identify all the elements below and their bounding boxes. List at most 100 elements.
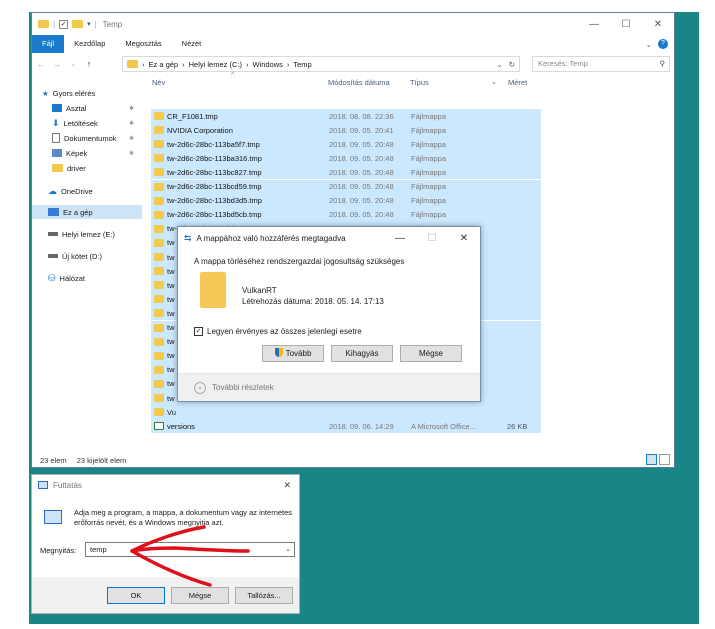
checkbox-checked-icon[interactable]: ✓ xyxy=(194,327,203,336)
file-row[interactable]: tw-2d6c-28bc-113ba5f7.tmp 2018. 09. 05. 2… xyxy=(151,137,541,152)
folder-icon xyxy=(154,323,164,332)
close-icon[interactable]: ✕ xyxy=(448,233,480,244)
folder-icon xyxy=(154,154,164,163)
folder-icon xyxy=(127,60,138,68)
file-row[interactable]: tw-2d6c-28bc-113ba316.tmp 2018. 09. 05. 2… xyxy=(151,151,541,166)
search-input[interactable]: Keresés: Temp ⚲ xyxy=(532,56,670,72)
nav-pictures[interactable]: Képek ✱ xyxy=(52,146,138,160)
sort-arrow-icon: ^ xyxy=(231,72,235,79)
help-icon[interactable]: ? xyxy=(658,39,668,49)
nav-onedrive[interactable]: ☁ OneDrive xyxy=(48,184,142,198)
file-date: 2018. 09. 05. 20:48 xyxy=(329,196,394,206)
folder-icon xyxy=(154,224,164,233)
file-row[interactable]: Vu xyxy=(151,405,541,420)
file-name: tw-2d6c-28bc-113ba316.tmp xyxy=(167,153,262,163)
folder-icon xyxy=(38,20,49,28)
navigation-pane: ★ Gyors elérés Asztal ✱ ⬇ Letöltések ✱ D… xyxy=(32,79,142,449)
file-row[interactable]: tw-2d6c-28bc-113bd3d5.tmp 2018. 09. 05. 2… xyxy=(151,193,541,208)
refresh-icon[interactable]: ↻ xyxy=(509,60,515,69)
nav-downloads[interactable]: ⬇ Letöltések ✱ xyxy=(52,116,138,130)
file-type: A Microsoft Office... xyxy=(411,421,476,431)
more-details-link[interactable]: További részletek xyxy=(212,383,274,392)
file-row[interactable]: tw-2d6c-28bc-113bcd59.tmp 2018. 09. 05. 2… xyxy=(151,179,541,194)
explorer-titlebar: | ✓ ▾ | Temp — ☐ ✕ xyxy=(32,13,674,35)
nav-this-pc[interactable]: Ez a gép xyxy=(32,205,142,219)
minimize-icon[interactable]: — xyxy=(578,19,610,30)
cloud-icon: ☁ xyxy=(48,185,57,196)
skip-button[interactable]: Kihagyás xyxy=(331,345,393,362)
tab-view[interactable]: Nézet xyxy=(172,35,212,53)
minimize-icon[interactable]: — xyxy=(384,233,416,244)
file-name: tw-2d6c-28bc-113bd5cb.tmp xyxy=(167,210,262,220)
tab-share[interactable]: Megosztás xyxy=(115,35,171,53)
column-name[interactable]: Név xyxy=(152,78,165,87)
item-count: 23 elem xyxy=(40,456,67,465)
back-arrow-icon[interactable]: ← xyxy=(36,59,46,69)
folder-icon xyxy=(154,408,164,417)
folder-icon xyxy=(154,394,164,402)
browse-button[interactable]: Tallózás... xyxy=(235,587,293,604)
continue-button[interactable]: Tovább xyxy=(262,345,324,362)
maximize-icon[interactable]: ☐ xyxy=(610,19,642,30)
close-icon[interactable]: ✕ xyxy=(283,480,299,491)
address-dropdown-icon[interactable]: ⌄ xyxy=(496,60,502,69)
ok-button[interactable]: OK xyxy=(107,587,165,604)
file-row[interactable]: tw-2d6c-28bc-113bc827.tmp 2018. 09. 05. 2… xyxy=(151,165,541,180)
file-name: tw-2d6c-28bc-113bd3d5.tmp xyxy=(167,196,262,206)
ribbon-tabs: Fájl Kezdőlap Megosztás Nézet ⌄ ? xyxy=(32,35,674,53)
nav-driver[interactable]: driver xyxy=(52,161,138,175)
breadcrumb-temp[interactable]: Temp xyxy=(293,60,311,69)
column-type[interactable]: Típus xyxy=(410,78,429,87)
file-row[interactable]: tw-2d6c-28bc-113bd5cb.tmp 2018. 09. 05. 2… xyxy=(151,207,541,222)
large-icons-view-icon[interactable] xyxy=(659,454,670,465)
details-view-icon[interactable] xyxy=(646,454,657,465)
breadcrumb-drive-c[interactable]: Helyi lemez (C:) xyxy=(189,60,242,69)
customize-toolbar-icon[interactable]: ▾ xyxy=(87,20,91,28)
address-bar[interactable]: › Ez a gép › Helyi lemez (C:) › Windows … xyxy=(122,56,520,72)
folder-icon xyxy=(52,164,63,172)
item-name: VulkanRT xyxy=(242,286,277,295)
folder-icon xyxy=(154,365,164,374)
folder-icon xyxy=(154,238,164,247)
column-date[interactable]: Módosítás dátuma xyxy=(328,78,390,87)
apply-to-all-checkbox[interactable]: ✓ Legyen érvényes az összes jelenlegi es… xyxy=(194,327,362,336)
breadcrumb-this-pc[interactable]: Ez a gép xyxy=(149,60,179,69)
nav-quick-access[interactable]: ★ Gyors elérés xyxy=(42,86,152,100)
up-arrow-icon[interactable]: ↑ xyxy=(84,59,94,69)
new-folder-icon[interactable] xyxy=(72,20,84,28)
chevron-down-icon[interactable]: ⌄ xyxy=(285,543,291,556)
breadcrumb-windows[interactable]: Windows xyxy=(252,60,282,69)
file-type: Fájlmappa xyxy=(411,139,447,149)
nav-documents[interactable]: Dokumentumok ✱ xyxy=(52,131,138,145)
dialog-titlebar: ⇆ A mappához való hozzáférés megtagadva … xyxy=(178,227,480,249)
nav-network[interactable]: ⛁ Hálózat xyxy=(48,271,142,285)
cancel-button[interactable]: Mégse xyxy=(400,345,462,362)
file-name: NVIDIA Corporation xyxy=(167,125,233,135)
expand-ribbon-icon[interactable]: ⌄ xyxy=(646,40,652,49)
file-row[interactable]: CR_F1081.tmp 2018. 08. 08. 22:36 Fájlmappa xyxy=(151,109,541,123)
recent-chevron-icon[interactable]: ⌄ xyxy=(68,60,78,68)
nav-desktop[interactable]: Asztal ✱ xyxy=(52,101,138,115)
forward-arrow-icon[interactable]: → xyxy=(52,59,62,69)
nav-drive-d[interactable]: Új kötet (D:) xyxy=(48,249,142,263)
cancel-button[interactable]: Mégse xyxy=(171,587,229,604)
file-name: tw-2d6c-28bc-113bc827.tmp xyxy=(167,167,262,177)
chevron-down-icon[interactable]: ⌄ xyxy=(194,381,206,394)
file-name: tw xyxy=(167,351,175,361)
properties-icon[interactable]: ✓ xyxy=(59,19,69,29)
close-icon[interactable]: ✕ xyxy=(642,19,674,30)
selected-count: 23 kijelölt elem xyxy=(76,456,127,465)
column-dropdown-icon[interactable]: ⌄ xyxy=(491,78,497,86)
tab-file[interactable]: Fájl xyxy=(32,35,65,53)
run-command-input[interactable]: temp ⌄ xyxy=(85,542,295,557)
nav-drive-e[interactable]: Helyi lemez (E:) xyxy=(48,227,142,241)
file-name: versions xyxy=(167,421,195,431)
file-type: Fájlmappa xyxy=(411,182,447,191)
file-row[interactable]: versions 2018. 09. 06. 14:29 A Microsoft O… xyxy=(151,419,541,434)
column-size[interactable]: Méret xyxy=(508,78,527,87)
document-icon xyxy=(52,133,60,143)
file-row[interactable]: NVIDIA Corporation 2018. 09. 05. 20:41 Fáj… xyxy=(151,123,541,138)
tab-home[interactable]: Kezdőlap xyxy=(64,35,115,53)
column-headers: Név ^ Módosítás dátuma Típus ⌄ Méret xyxy=(151,72,569,91)
folder-icon xyxy=(154,309,164,318)
